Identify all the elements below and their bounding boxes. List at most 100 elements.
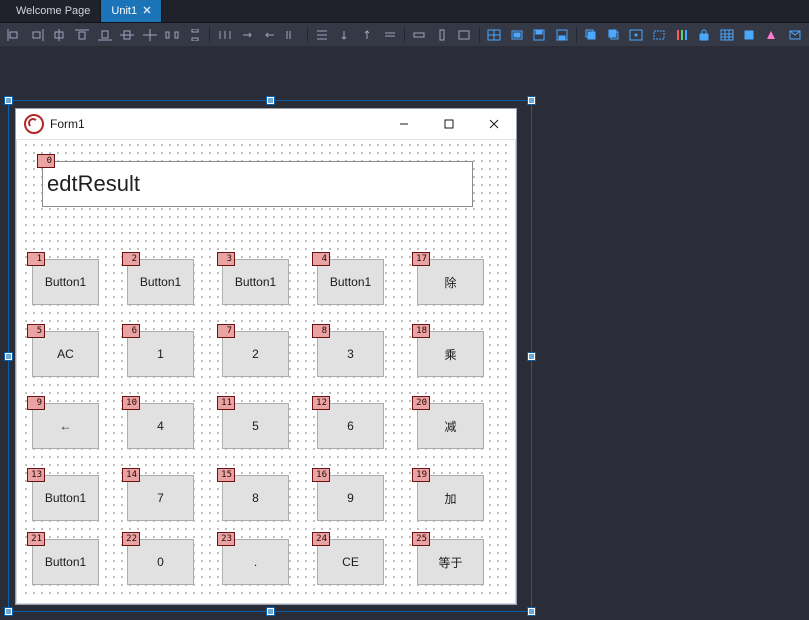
hspace-equal-icon[interactable] — [214, 25, 235, 45]
design-button[interactable]: 83 — [317, 331, 384, 377]
resize-handle[interactable] — [266, 96, 275, 105]
tab-order-badge: 14 — [122, 468, 140, 482]
form-window[interactable]: Form1 0 edtResult 1Button12Button13Butto… — [15, 108, 517, 605]
align-vcenter-icon[interactable] — [117, 25, 138, 45]
tab-order-badge: 25 — [412, 532, 430, 546]
design-button[interactable]: 158 — [222, 475, 289, 521]
tab-unit[interactable]: Unit1 — [101, 0, 162, 22]
maximize-button[interactable] — [426, 109, 471, 139]
resize-handle[interactable] — [527, 607, 536, 616]
grid-toggle-icon[interactable] — [717, 25, 738, 45]
minimize-button[interactable] — [381, 109, 426, 139]
design-button[interactable]: 220 — [127, 539, 194, 585]
design-button[interactable]: 169 — [317, 475, 384, 521]
design-button[interactable]: 3Button1 — [222, 259, 289, 305]
design-button[interactable]: 25等于 — [417, 539, 484, 585]
design-button[interactable]: 19加 — [417, 475, 484, 521]
button-label: Button1 — [45, 275, 86, 289]
button-label: 除 — [444, 274, 456, 291]
more-icon[interactable] — [784, 25, 805, 45]
tab-order-badge: 16 — [312, 468, 330, 482]
design-button[interactable]: 1Button1 — [32, 259, 99, 305]
resize-handle[interactable] — [4, 96, 13, 105]
button-label: 6 — [347, 419, 354, 433]
tab-order-badge: 3 — [217, 252, 235, 266]
same-width-icon[interactable] — [409, 25, 430, 45]
guides-icon[interactable] — [506, 25, 527, 45]
resize-handle[interactable] — [4, 607, 13, 616]
app-icon — [24, 114, 44, 134]
space-v-icon[interactable] — [185, 25, 206, 45]
design-button[interactable]: 18乘 — [417, 331, 484, 377]
design-button[interactable]: 147 — [127, 475, 194, 521]
resize-handle[interactable] — [527, 96, 536, 105]
tab-order-badge: 17 — [412, 252, 430, 266]
tab-order-badge: 5 — [27, 324, 45, 338]
lock-icon[interactable] — [694, 25, 715, 45]
design-button[interactable]: 4Button1 — [317, 259, 384, 305]
vspace-dec-icon[interactable] — [357, 25, 378, 45]
tab-order-badge: 12 — [312, 396, 330, 410]
button-label: 1 — [157, 347, 164, 361]
design-button[interactable]: 61 — [127, 331, 194, 377]
close-button[interactable] — [471, 109, 516, 139]
form-titlebar[interactable]: Form1 — [16, 109, 516, 140]
align-hcenter-icon[interactable] — [49, 25, 70, 45]
vspace-equal-icon[interactable] — [312, 25, 333, 45]
design-button[interactable]: 9← — [32, 403, 99, 449]
button-label: 3 — [347, 347, 354, 361]
tab-order-badge: 18 — [412, 324, 430, 338]
tab-welcome[interactable]: Welcome Page — [6, 0, 101, 22]
send-back-icon[interactable] — [604, 25, 625, 45]
center-screen-icon[interactable] — [626, 25, 647, 45]
resize-handle[interactable] — [527, 352, 536, 361]
design-button[interactable]: 2Button1 — [127, 259, 194, 305]
result-edit[interactable]: 0 edtResult — [42, 161, 473, 207]
toolbar-separator — [479, 27, 480, 43]
align-right-icon[interactable] — [27, 25, 48, 45]
design-button[interactable]: 20减 — [417, 403, 484, 449]
same-height-icon[interactable] — [432, 25, 453, 45]
same-size-icon[interactable] — [454, 25, 475, 45]
save-layout-icon[interactable] — [529, 25, 550, 45]
edit-text: edtResult — [47, 171, 140, 197]
snap-grid-on-icon[interactable] — [484, 25, 505, 45]
design-button[interactable]: 126 — [317, 403, 384, 449]
vspace-inc-icon[interactable] — [334, 25, 355, 45]
design-button[interactable]: 72 — [222, 331, 289, 377]
design-button[interactable]: 104 — [127, 403, 194, 449]
vspace-remove-icon[interactable] — [379, 25, 400, 45]
rgb-channels-icon[interactable] — [671, 25, 692, 45]
align-top-icon[interactable] — [72, 25, 93, 45]
button-label: 2 — [252, 347, 259, 361]
tab-order-badge: 23 — [217, 532, 235, 546]
design-button[interactable]: 5AC — [32, 331, 99, 377]
resize-handle[interactable] — [266, 607, 275, 616]
form-client-area[interactable]: 0 edtResult 1Button12Button13Button14But… — [22, 141, 510, 598]
design-button[interactable]: 21Button1 — [32, 539, 99, 585]
component-icon[interactable] — [739, 25, 760, 45]
design-button[interactable]: 17除 — [417, 259, 484, 305]
load-layout-icon[interactable] — [551, 25, 572, 45]
hspace-remove-icon[interactable] — [282, 25, 303, 45]
design-button[interactable]: 13Button1 — [32, 475, 99, 521]
align-bottom-icon[interactable] — [94, 25, 115, 45]
close-icon[interactable] — [143, 6, 151, 17]
button-label: Button1 — [330, 275, 371, 289]
hspace-inc-icon[interactable] — [237, 25, 258, 45]
select-all-icon[interactable] — [649, 25, 670, 45]
center-hv-icon[interactable] — [140, 25, 161, 45]
tab-order-badge: 4 — [312, 252, 330, 266]
bring-front-icon[interactable] — [581, 25, 602, 45]
style-icon[interactable] — [762, 25, 783, 45]
space-h-icon[interactable] — [162, 25, 183, 45]
tab-order-badge: 13 — [27, 468, 45, 482]
design-button[interactable]: 24CE — [317, 539, 384, 585]
button-label: 4 — [157, 419, 164, 433]
designer-canvas[interactable]: Form1 0 edtResult 1Button12Button13Butto… — [0, 46, 809, 620]
design-button[interactable]: 115 — [222, 403, 289, 449]
design-button[interactable]: 23. — [222, 539, 289, 585]
align-left-icon[interactable] — [4, 25, 25, 45]
resize-handle[interactable] — [4, 352, 13, 361]
hspace-dec-icon[interactable] — [259, 25, 280, 45]
